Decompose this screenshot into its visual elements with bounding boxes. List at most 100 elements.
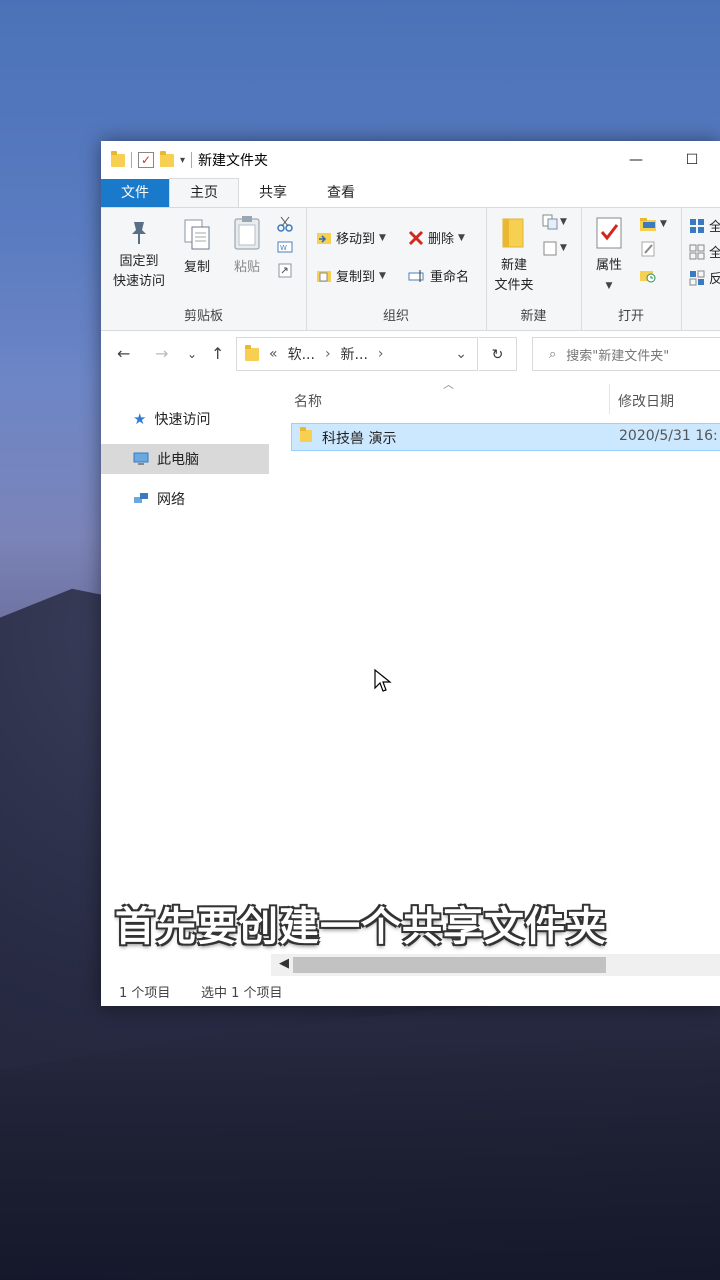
recent-locations-chevron-icon[interactable]: ⌄ bbox=[187, 347, 197, 361]
copy-to-button[interactable]: 复制到 ▼ bbox=[316, 266, 386, 285]
qat-dropdown-icon[interactable]: ▾ bbox=[180, 155, 185, 166]
file-explorer-window: ✓ ▾ 新建文件夹 — ☐ 文件 主页 共享 查看 固定到 快速访问 复制 粘贴… bbox=[101, 141, 720, 1006]
cut-icon[interactable] bbox=[277, 216, 293, 232]
select-none-button[interactable]: 全 bbox=[689, 242, 720, 261]
move-to-button[interactable]: 移动到 ▼ bbox=[316, 228, 386, 247]
dropdown-icon: ▼ bbox=[560, 217, 567, 227]
invert-selection-button[interactable]: 反 bbox=[689, 268, 720, 287]
ribbon: 固定到 快速访问 复制 粘贴 W 剪贴板 移动到 ▼ 删除 ▼ 复制到 ▼ 重命… bbox=[101, 208, 720, 331]
properties-qat-icon[interactable]: ✓ bbox=[138, 152, 154, 168]
copy-button[interactable]: 复制 bbox=[177, 218, 217, 278]
rename-button[interactable]: 重命名 bbox=[408, 266, 469, 285]
delete-button[interactable]: 删除 ▼ bbox=[408, 228, 465, 247]
file-row[interactable]: 科技兽 演示 2020/5/31 16: bbox=[291, 423, 720, 451]
scroll-left-arrow-icon[interactable]: ◀ bbox=[279, 956, 289, 971]
star-icon: ★ bbox=[133, 410, 147, 428]
tab-share[interactable]: 共享 bbox=[239, 179, 307, 207]
new-folder-label-line2: 文件夹 bbox=[494, 278, 534, 293]
address-box[interactable]: « 软... › 新... › ⌄ bbox=[236, 337, 478, 371]
new-folder-label-line1: 新建 bbox=[500, 258, 527, 273]
clipboard-group-label: 剪贴板 bbox=[183, 309, 223, 324]
nav-item-quick-access[interactable]: ★ 快速访问 bbox=[101, 404, 269, 434]
invert-selection-label: 反 bbox=[709, 272, 720, 287]
open-group: 属性 ▼ ▼ 打开 bbox=[581, 208, 682, 330]
item-count: 1 个项目 bbox=[119, 986, 171, 1001]
back-arrow-icon[interactable]: ← bbox=[117, 344, 130, 363]
invert-selection-icon bbox=[689, 270, 705, 285]
scrollbar-thumb[interactable] bbox=[293, 957, 606, 973]
chevron-right-icon[interactable]: › bbox=[325, 346, 331, 362]
horizontal-scrollbar[interactable]: ◀ bbox=[271, 954, 720, 976]
refresh-button[interactable]: ↻ bbox=[479, 337, 517, 371]
maximize-button[interactable]: ☐ bbox=[664, 141, 720, 179]
chevron-down-icon[interactable]: ⌄ bbox=[455, 346, 467, 362]
properties-label: 属性 bbox=[595, 258, 622, 273]
easy-access-button[interactable]: ▼ bbox=[542, 240, 567, 256]
rename-icon bbox=[408, 269, 424, 282]
nav-item-network[interactable]: 网络 bbox=[101, 484, 269, 514]
file-date: 2020/5/31 16: bbox=[619, 428, 718, 444]
select-all-icon bbox=[690, 218, 704, 233]
nav-label: 快速访问 bbox=[154, 412, 211, 428]
tab-home[interactable]: 主页 bbox=[169, 178, 239, 207]
open-icon bbox=[640, 218, 656, 231]
divider bbox=[131, 152, 132, 168]
select-all-button[interactable]: 全 bbox=[689, 216, 720, 235]
paste-button[interactable]: 粘贴 bbox=[227, 214, 267, 278]
column-divider[interactable] bbox=[609, 384, 610, 414]
properties-icon bbox=[596, 217, 622, 249]
copy-to-icon bbox=[317, 270, 331, 282]
dropdown-icon: ▼ bbox=[560, 243, 567, 253]
nav-item-this-pc[interactable]: 此电脑 bbox=[101, 444, 269, 474]
edit-icon[interactable] bbox=[639, 240, 657, 258]
new-item-icon bbox=[542, 214, 558, 230]
copy-icon bbox=[184, 219, 210, 250]
search-placeholder: 搜索"新建文件夹" bbox=[566, 348, 670, 364]
breadcrumb-item[interactable]: 软... bbox=[288, 344, 315, 364]
paste-label: 粘贴 bbox=[233, 260, 260, 275]
nav-label: 此电脑 bbox=[157, 452, 199, 468]
window-title: 新建文件夹 bbox=[198, 153, 269, 169]
computer-icon bbox=[133, 452, 149, 465]
rename-label: 重命名 bbox=[430, 270, 470, 285]
tab-view[interactable]: 查看 bbox=[307, 179, 375, 207]
dropdown-icon: ▼ bbox=[379, 270, 386, 281]
pin-label-line2: 快速访问 bbox=[112, 274, 165, 289]
paste-shortcut-icon[interactable] bbox=[277, 262, 293, 278]
mouse-cursor-icon bbox=[374, 668, 392, 692]
breadcrumb-item[interactable]: 新... bbox=[341, 344, 368, 364]
minimize-button[interactable]: — bbox=[608, 141, 664, 179]
column-header-date-modified[interactable]: 修改日期 bbox=[618, 391, 674, 411]
overflow-crumb[interactable]: « bbox=[269, 346, 278, 362]
organize-group: 移动到 ▼ 删除 ▼ 复制到 ▼ 重命名 组织 bbox=[306, 208, 487, 330]
select-group: 全 全 反 bbox=[681, 208, 720, 330]
forward-arrow-icon[interactable]: → bbox=[155, 344, 168, 363]
copy-to-label: 复制到 bbox=[336, 270, 376, 285]
chevron-right-icon[interactable]: › bbox=[378, 346, 384, 362]
nav-label: 网络 bbox=[157, 492, 185, 508]
organize-group-label: 组织 bbox=[382, 309, 409, 324]
new-folder-button[interactable]: 新建 文件夹 bbox=[490, 216, 538, 296]
copy-label: 复制 bbox=[183, 260, 210, 275]
select-none-icon bbox=[689, 244, 705, 259]
clipboard-group: 固定到 快速访问 复制 粘贴 W 剪贴板 bbox=[101, 208, 307, 330]
file-name: 科技兽 演示 bbox=[322, 431, 397, 447]
selected-count: 选中 1 个项目 bbox=[201, 986, 283, 1001]
dropdown-icon: ▼ bbox=[458, 232, 465, 243]
open-button[interactable]: ▼ bbox=[639, 216, 667, 232]
column-header-name[interactable]: 名称 bbox=[294, 391, 322, 411]
history-icon[interactable] bbox=[639, 266, 657, 284]
pin-to-quick-access-button[interactable]: 固定到 快速访问 bbox=[109, 218, 169, 292]
open-group-label: 打开 bbox=[617, 309, 644, 324]
divider bbox=[191, 152, 193, 168]
ribbon-tabs: 文件 主页 共享 查看 bbox=[101, 178, 720, 208]
properties-button[interactable]: 属性 ▼ bbox=[589, 216, 629, 296]
new-item-button[interactable]: ▼ bbox=[542, 214, 567, 230]
up-arrow-icon[interactable]: ↑ bbox=[211, 344, 224, 363]
tab-file[interactable]: 文件 bbox=[101, 179, 169, 207]
move-to-icon bbox=[317, 232, 331, 244]
move-to-label: 移动到 bbox=[336, 232, 376, 247]
copy-path-icon[interactable]: W bbox=[277, 240, 293, 254]
new-folder-qat-icon[interactable] bbox=[160, 150, 174, 167]
search-input[interactable]: ⌕ 搜索"新建文件夹" bbox=[532, 337, 720, 371]
